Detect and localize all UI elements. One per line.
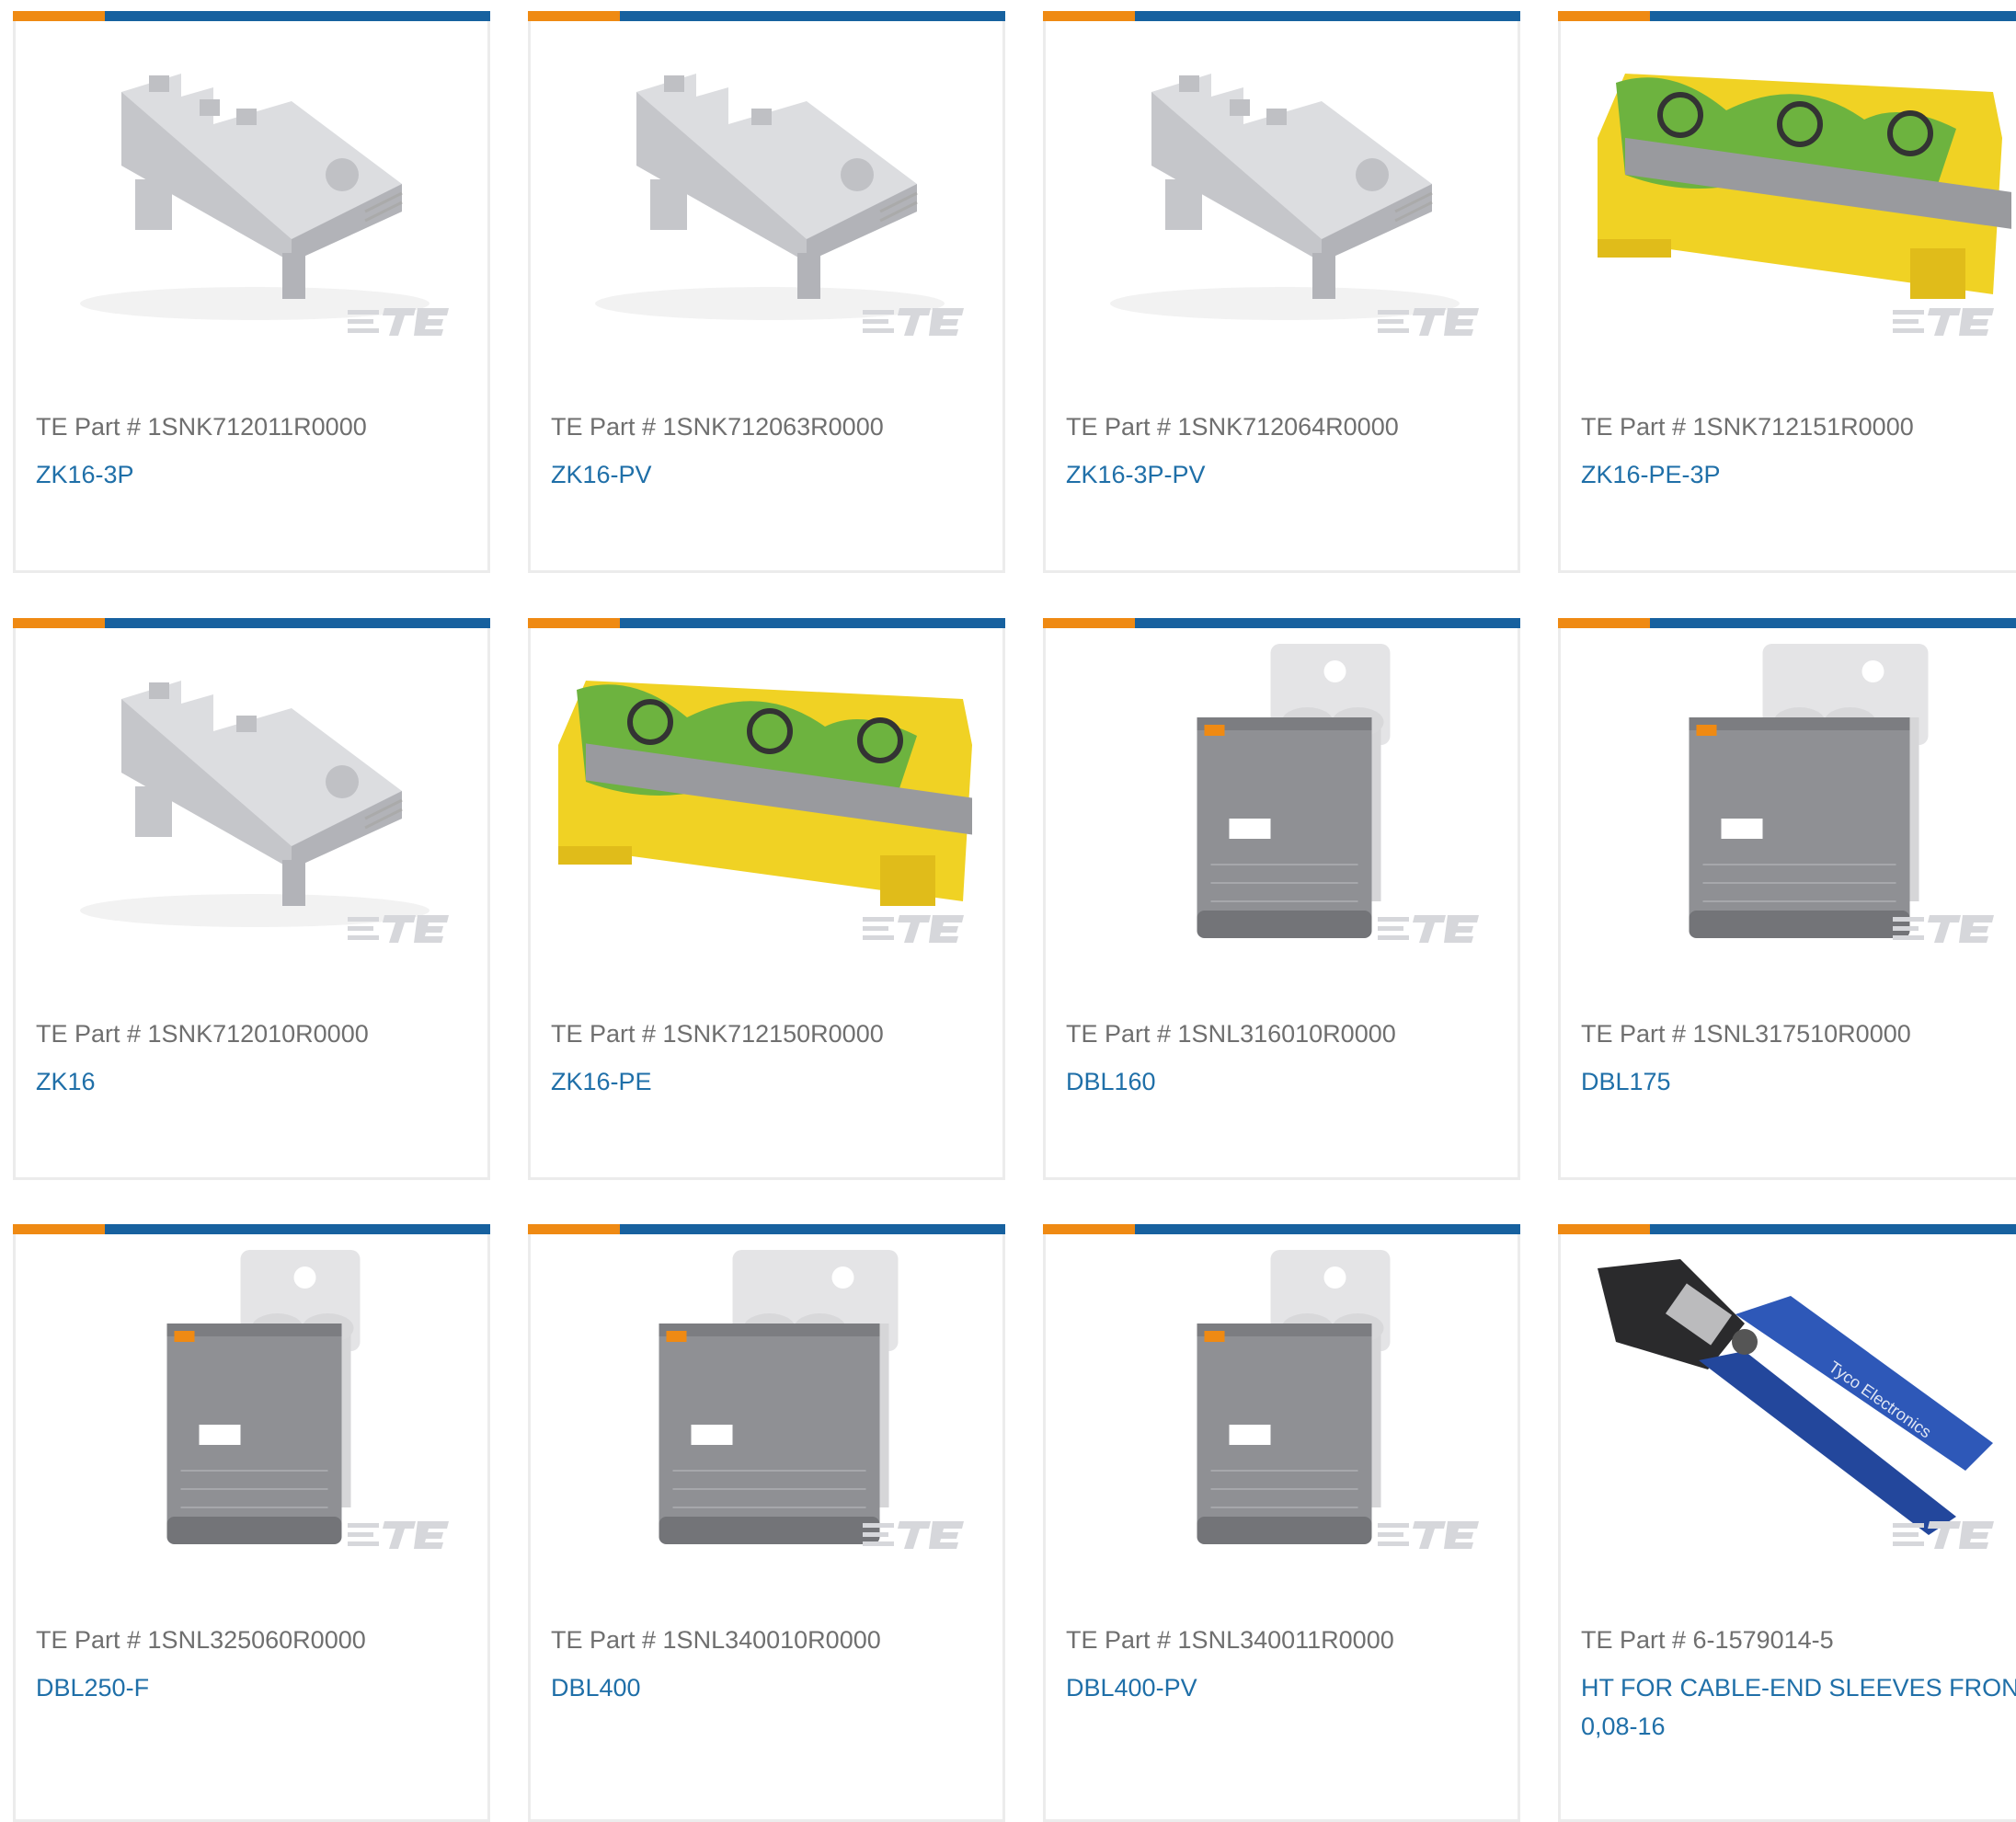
part-number: TE Part # 1SNL340010R0000	[551, 1626, 881, 1654]
te-logo-watermark	[348, 915, 449, 943]
card-accent-bar	[1558, 11, 2016, 21]
te-logo-watermark	[1378, 1521, 1479, 1549]
product-name-line1: ZK16-PV	[551, 461, 652, 488]
card-accent-bar	[528, 618, 1005, 628]
product-image[interactable]	[1046, 635, 1518, 957]
product-name-line1: ZK16-PE-3P	[1581, 461, 1721, 488]
part-number: TE Part # 1SNK712063R0000	[551, 413, 884, 441]
product-card[interactable]: TE Part # 1SNL340010R0000 DBL400	[528, 1224, 1005, 1822]
part-number: TE Part # 6-1579014-5	[1581, 1626, 1834, 1654]
card-accent-bar	[13, 1224, 490, 1234]
product-image[interactable]	[1561, 635, 2016, 957]
product-name-link[interactable]: DBL400	[551, 1668, 641, 1707]
product-image[interactable]	[531, 1241, 1002, 1563]
te-logo-watermark	[1893, 1521, 1994, 1549]
product-card[interactable]: TE Part # 1SNL317510R0000 DBL175	[1558, 618, 2016, 1180]
product-name-link[interactable]: DBL160	[1066, 1062, 1156, 1101]
product-name-link[interactable]: ZK16-PV	[551, 455, 652, 494]
product-name-link[interactable]: ZK16	[36, 1062, 96, 1101]
card-accent-bar	[1043, 11, 1520, 21]
te-logo-watermark	[863, 1521, 964, 1549]
card-accent-bar	[528, 11, 1005, 21]
product-card[interactable]: TE Part # 1SNK712010R0000 ZK16	[13, 618, 490, 1180]
product-card[interactable]: TE Part # 1SNL325060R0000 DBL250-F	[13, 1224, 490, 1822]
product-name-line2: 0,08-16	[1581, 1713, 1666, 1740]
te-logo-watermark	[348, 1521, 449, 1549]
card-accent-bar	[1043, 1224, 1520, 1234]
product-card[interactable]: TE Part # 1SNK712151R0000 ZK16-PE-3P	[1558, 11, 2016, 573]
product-card[interactable]: TE Part # 1SNK712150R0000 ZK16-PE	[528, 618, 1005, 1180]
product-name-line1: DBL400-PV	[1066, 1674, 1197, 1702]
product-image[interactable]	[16, 635, 487, 957]
product-name-link[interactable]: ZK16-3P-PV	[1066, 455, 1206, 494]
part-number: TE Part # 1SNL316010R0000	[1066, 1020, 1396, 1048]
part-number: TE Part # 1SNK712064R0000	[1066, 413, 1399, 441]
part-number: TE Part # 1SNL317510R0000	[1581, 1020, 1911, 1048]
product-name-link[interactable]: ZK16-PE	[551, 1062, 652, 1101]
product-image[interactable]	[1561, 28, 2016, 350]
product-card[interactable]: Tyco Electronics TE Part # 6-1579014-5 H…	[1558, 1224, 2016, 1822]
product-name-line1: DBL160	[1066, 1068, 1156, 1095]
product-name-line1: ZK16-3P	[36, 461, 134, 488]
product-card[interactable]: TE Part # 1SNK712063R0000 ZK16-PV	[528, 11, 1005, 573]
product-name-link[interactable]: ZK16-3P	[36, 455, 134, 494]
product-name-line1: ZK16	[36, 1068, 96, 1095]
te-logo-watermark	[1893, 308, 1994, 336]
te-logo-watermark	[1893, 915, 1994, 943]
part-number: TE Part # 1SNK712011R0000	[36, 413, 367, 441]
card-accent-bar	[528, 1224, 1005, 1234]
card-accent-bar	[1558, 1224, 2016, 1234]
part-number: TE Part # 1SNL325060R0000	[36, 1626, 366, 1654]
card-accent-bar	[13, 11, 490, 21]
part-number: TE Part # 1SNL340011R0000	[1066, 1626, 1394, 1654]
product-grid: TE Part # 1SNK712011R0000 ZK16-3P TE Par…	[0, 0, 2016, 1822]
te-logo-watermark	[863, 915, 964, 943]
card-accent-bar	[1043, 618, 1520, 628]
product-name-link[interactable]: DBL175	[1581, 1062, 1671, 1101]
product-name-link[interactable]: DBL250-F	[36, 1668, 149, 1707]
te-logo-watermark	[1378, 308, 1479, 336]
product-name-line1: ZK16-3P-PV	[1066, 461, 1206, 488]
product-name-link[interactable]: HT FOR CABLE-END SLEEVES FRONT 0,08-16	[1581, 1668, 2016, 1746]
part-number: TE Part # 1SNK712151R0000	[1581, 413, 1914, 441]
product-card[interactable]: TE Part # 1SNK712011R0000 ZK16-3P	[13, 11, 490, 573]
product-card[interactable]: TE Part # 1SNK712064R0000 ZK16-3P-PV	[1043, 11, 1520, 573]
te-logo-watermark	[1378, 915, 1479, 943]
te-logo-watermark	[863, 308, 964, 336]
product-name-line1: ZK16-PE	[551, 1068, 652, 1095]
te-logo-watermark	[348, 308, 449, 336]
product-name-line1: DBL250-F	[36, 1674, 150, 1702]
product-image[interactable]	[531, 635, 1002, 957]
product-name-link[interactable]: DBL400-PV	[1066, 1668, 1197, 1707]
product-image[interactable]	[16, 1241, 487, 1563]
product-image[interactable]: Tyco Electronics	[1561, 1241, 2016, 1563]
part-number: TE Part # 1SNK712150R0000	[551, 1020, 884, 1048]
product-card[interactable]: TE Part # 1SNL340011R0000 DBL400-PV	[1043, 1224, 1520, 1822]
product-name-line1: DBL175	[1581, 1068, 1671, 1095]
product-image[interactable]	[16, 28, 487, 350]
part-number: TE Part # 1SNK712010R0000	[36, 1020, 369, 1048]
product-name-link[interactable]: ZK16-PE-3P	[1581, 455, 1721, 494]
product-card[interactable]: TE Part # 1SNL316010R0000 DBL160	[1043, 618, 1520, 1180]
product-name-line1: DBL400	[551, 1674, 641, 1702]
product-image[interactable]	[1046, 1241, 1518, 1563]
product-image[interactable]	[1046, 28, 1518, 350]
product-image[interactable]	[531, 28, 1002, 350]
card-accent-bar	[13, 618, 490, 628]
card-accent-bar	[1558, 618, 2016, 628]
product-name-line1: HT FOR CABLE-END SLEEVES FRONT	[1581, 1674, 2016, 1702]
